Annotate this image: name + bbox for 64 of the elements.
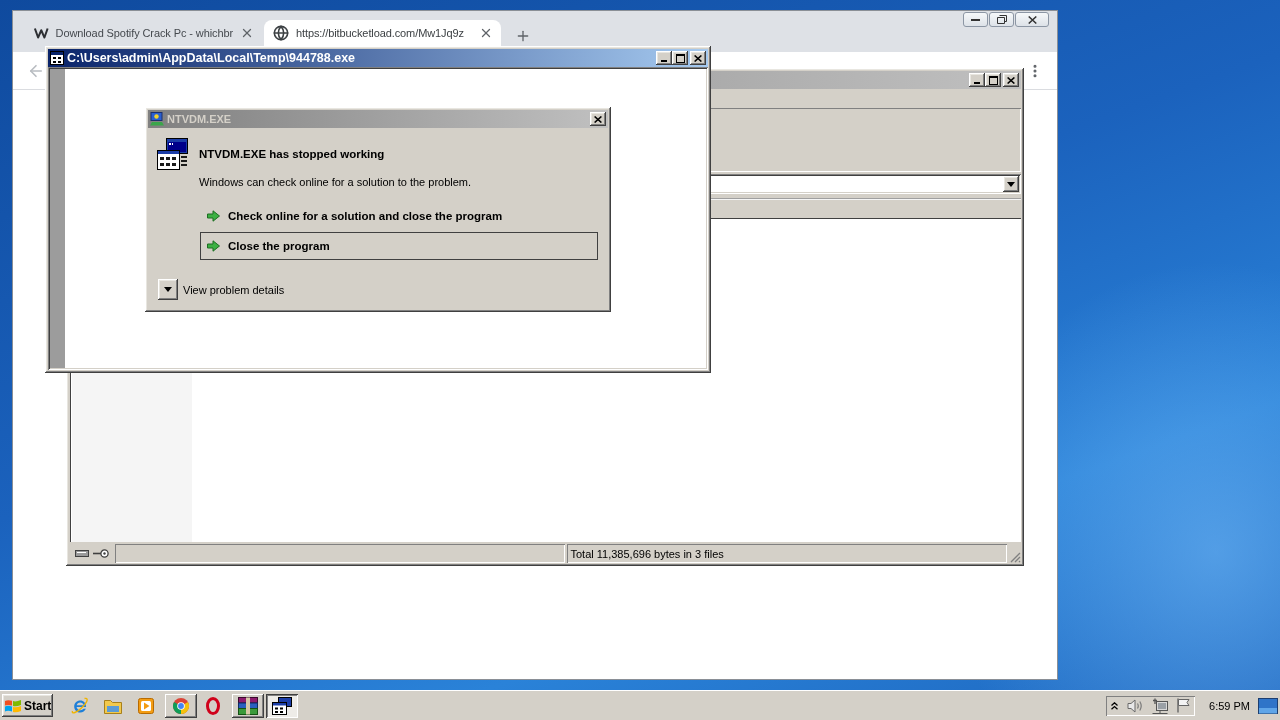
window-title: C:\Users\admin\AppData\Local\Temp\944788.exe [67,51,356,65]
command-link[interactable]: Close the program [200,232,598,260]
program-window-icon [157,138,189,170]
arrow-right-icon [207,210,220,222]
minimize-icon [971,18,980,21]
close-icon[interactable] [240,26,254,40]
close-icon[interactable] [479,26,493,40]
close-button[interactable] [1003,73,1019,87]
browser-tab[interactable]: https://bitbucketload.com/Mw1Jq9z [264,20,501,46]
close-icon [694,54,702,62]
app-window-icon [272,696,292,715]
clock: 6:59 PM [1209,699,1250,712]
dialog-message: Windows can check online for a solution to the problem. [199,175,472,189]
minimize-button[interactable] [656,51,672,65]
restore-icon [996,15,1007,24]
start-button[interactable]: Start [2,694,53,717]
restore-button[interactable] [989,12,1014,27]
books-icon [238,696,258,715]
plus-icon[interactable] [515,28,531,44]
minimize-button[interactable] [969,73,985,87]
status-panel: Total 11,385,696 bytes in 3 files [567,544,1007,563]
taskbar-button[interactable] [266,693,298,718]
globe-icon [273,25,289,41]
minimize-icon [661,60,667,62]
close-icon [594,115,602,123]
maximize-icon [675,53,685,63]
close-button[interactable] [1015,12,1049,27]
close-button[interactable] [590,112,606,126]
minimize-icon [974,82,980,84]
caret-down-icon [1007,181,1015,187]
caret-down-icon [164,287,172,292]
ring-logo-icon[interactable] [206,696,220,715]
maximize-button[interactable] [672,51,688,65]
command-link[interactable]: Check online for a solution and close the program [200,202,598,230]
app-window-icon [50,51,64,65]
browser-tab[interactable]: Download Spotify Crack Pc - whichbr [25,20,262,46]
circle-logo-icon [173,697,189,714]
monitor-icon [150,112,164,126]
network-icon[interactable] [1152,697,1169,714]
taskbar-button[interactable] [232,693,264,718]
expand-button[interactable] [158,279,178,300]
maximize-icon [988,75,998,85]
key-icon [93,549,109,558]
dialog-title: NTVDM.EXE [167,113,232,125]
close-button[interactable] [690,51,706,65]
screen-icon[interactable] [1258,697,1278,714]
dropdown-button[interactable] [1003,176,1019,192]
dialog-heading: NTVDM.EXE has stopped working [199,147,386,161]
play-icon[interactable] [138,697,154,714]
maximize-button[interactable] [985,73,1001,87]
details-label[interactable]: View problem details [183,283,285,296]
close-icon [1027,15,1037,24]
chevron-up-icon[interactable] [1111,701,1119,710]
flag-icon[interactable] [1177,698,1192,713]
taskbar-button[interactable] [165,693,197,718]
e-swoosh-icon[interactable] [71,696,89,715]
speaker-icon[interactable] [1127,698,1144,713]
w-logo-icon [34,27,49,39]
drive-icon [75,550,89,557]
resize-grip-icon [1009,551,1021,563]
start-logo-icon [5,698,21,713]
close-icon [1007,76,1015,84]
minimize-button[interactable] [963,12,988,27]
arrow-right-icon [207,240,220,252]
